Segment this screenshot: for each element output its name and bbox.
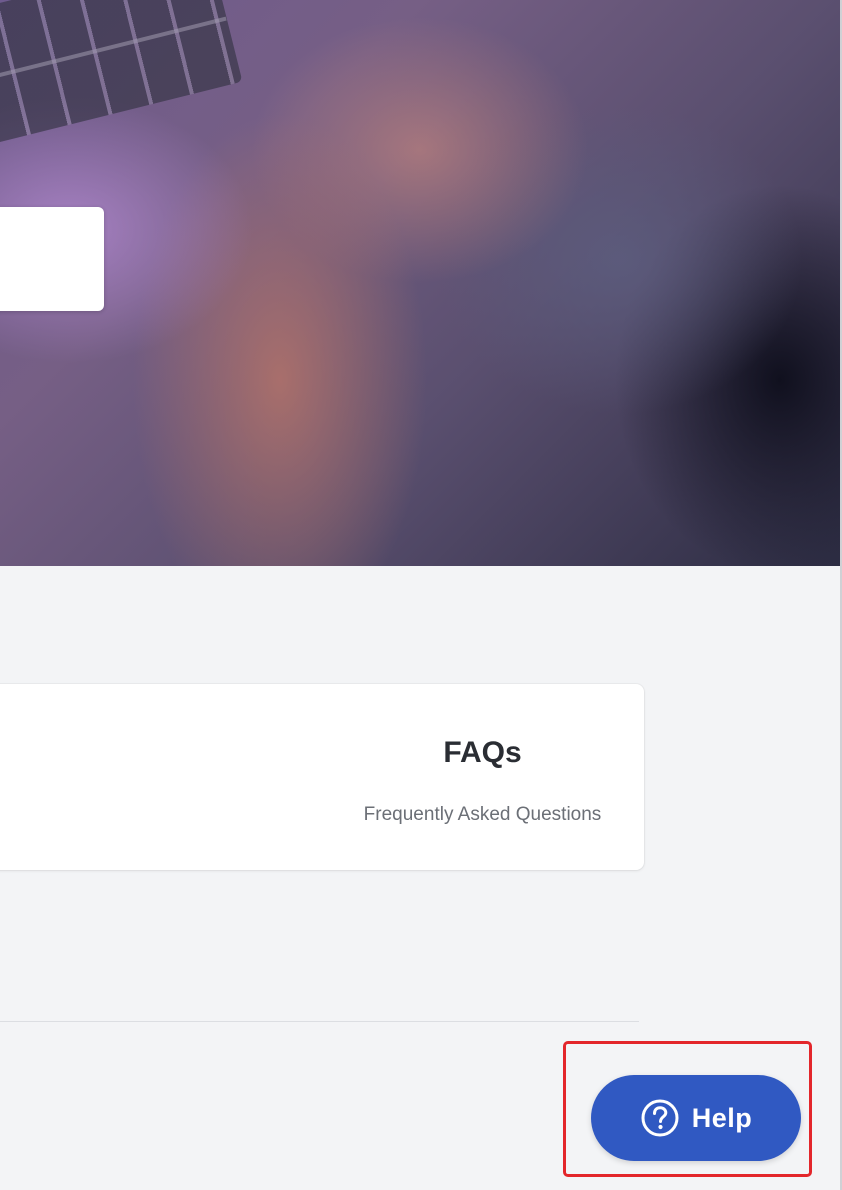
hero-banner (0, 0, 840, 566)
faq-card[interactable] (0, 684, 644, 870)
question-circle-icon (640, 1098, 680, 1138)
hero-search-box[interactable] (0, 207, 104, 311)
faq-card-subtitle: Frequently Asked Questions (363, 804, 602, 825)
help-button-label: Help (691, 1102, 753, 1133)
help-button[interactable]: Help (591, 1075, 801, 1161)
footer-divider (0, 1021, 639, 1022)
faq-card-title[interactable]: FAQs (200, 736, 765, 770)
